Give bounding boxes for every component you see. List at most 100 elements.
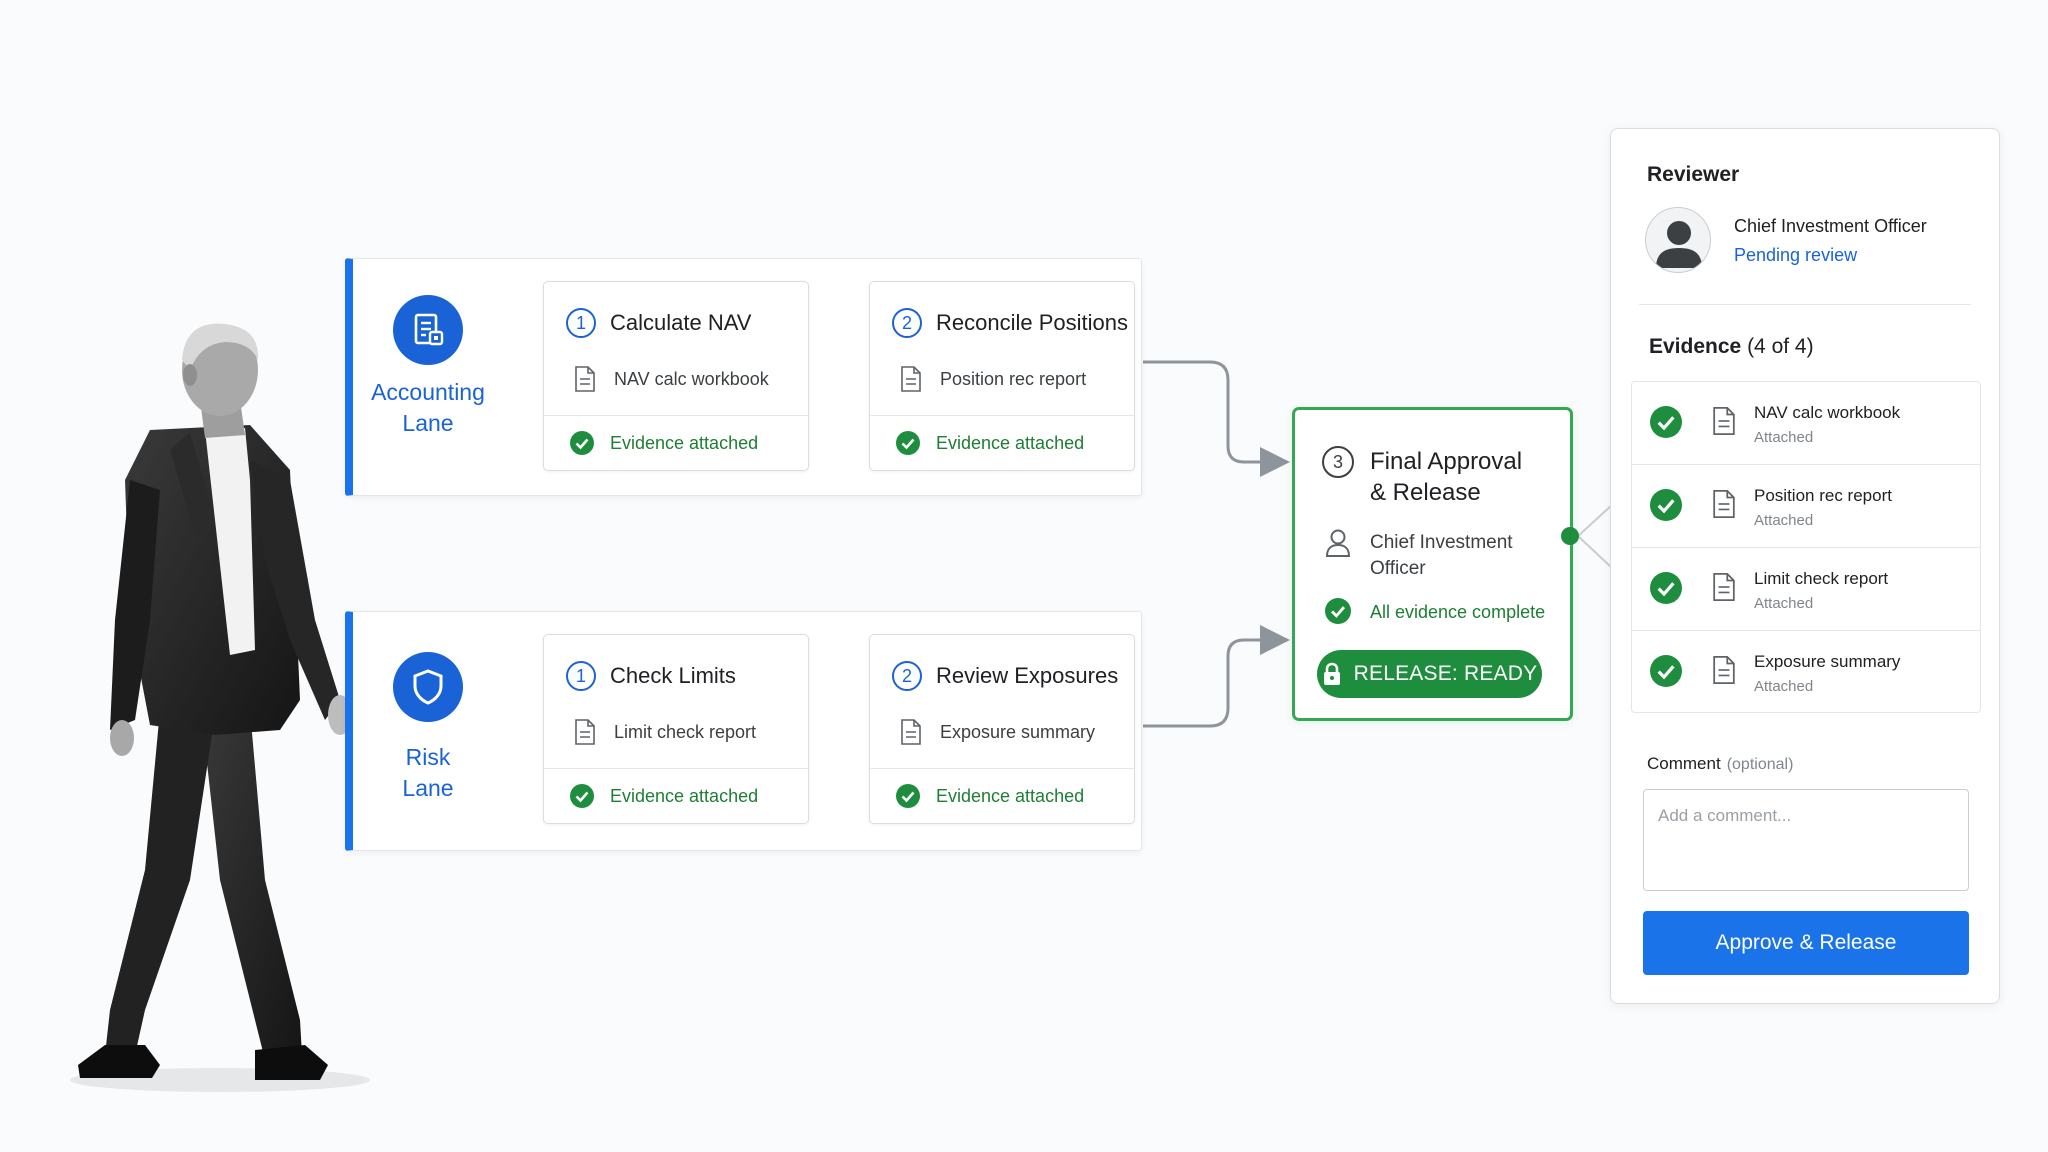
check-circle-icon	[1650, 489, 1682, 521]
step-number: 3	[1322, 446, 1354, 478]
document-name: Position rec report	[940, 368, 1087, 389]
risk-lane: Risk Lane 1 Check Limits Limit check rep…	[345, 611, 1142, 851]
evidence-status: Attached	[1754, 512, 1814, 529]
accounting-lane: Accounting Lane 1 Calculate NAV NAV calc…	[345, 258, 1142, 496]
lane-title-line1: Risk	[405, 744, 451, 770]
evidence-name: Limit check report	[1754, 569, 1889, 588]
comment-label-text: Comment	[1647, 754, 1721, 773]
release-status-text: RELEASE: READY	[1353, 662, 1538, 685]
check-circle-icon	[570, 431, 594, 455]
document-icon	[901, 719, 921, 745]
release-status-badge: RELEASE: READY	[1317, 650, 1542, 698]
step-number: 2	[892, 308, 922, 338]
lane-title: Accounting Lane	[353, 377, 503, 439]
step-document[interactable]: Exposure summary	[900, 719, 1095, 745]
lane-title-line1: Accounting	[371, 379, 485, 405]
comment-input[interactable]	[1643, 789, 1969, 891]
check-circle-icon	[1650, 655, 1682, 687]
step-card-review-exposures[interactable]: 2 Review Exposures Exposure summary Evid…	[869, 634, 1135, 824]
step-document[interactable]: Position rec report	[900, 366, 1086, 392]
check-circle-icon	[570, 784, 594, 808]
document-name: NAV calc workbook	[614, 368, 769, 389]
check-circle-icon	[1650, 406, 1682, 438]
evidence-item[interactable]: NAV calc workbook Attached	[1632, 382, 1980, 465]
step-title: Check Limits	[610, 663, 736, 688]
document-icon	[1713, 490, 1735, 518]
evidence-complete-status: All evidence complete	[1370, 602, 1546, 622]
evidence-name: Position rec report	[1754, 486, 1892, 505]
reviewer-status[interactable]: Pending review	[1734, 245, 1857, 266]
comment-label: Comment (optional)	[1647, 754, 1793, 774]
person-avatar-icon	[1656, 221, 1702, 268]
document-icon	[901, 366, 921, 392]
evidence-status-text: Evidence attached	[610, 785, 759, 806]
step-evidence-status: Evidence attached	[870, 415, 1134, 470]
evidence-label: Evidence	[1649, 335, 1742, 358]
check-circle-icon	[1325, 598, 1351, 624]
step-title: Calculate NAV	[610, 310, 752, 335]
ledger-doc-icon	[393, 295, 463, 365]
evidence-item[interactable]: Exposure summary Attached	[1632, 631, 1980, 714]
step-document[interactable]: Limit check report	[574, 719, 756, 745]
evidence-status-text: Evidence attached	[936, 785, 1085, 806]
check-circle-icon	[896, 784, 920, 808]
evidence-status: Attached	[1754, 429, 1814, 446]
evidence-count: (4 of 4)	[1747, 335, 1814, 358]
step-evidence-status: Evidence attached	[544, 768, 808, 823]
document-name: Limit check report	[614, 721, 757, 742]
step-document[interactable]: NAV calc workbook	[574, 366, 769, 392]
evidence-name: Exposure summary	[1754, 652, 1901, 671]
lock-icon	[1323, 662, 1340, 685]
avatar	[1645, 207, 1711, 273]
divider	[1639, 304, 1971, 305]
approve-release-button[interactable]: Approve & Release	[1643, 911, 1969, 975]
evidence-heading: Evidence (4 of 4)	[1649, 335, 1814, 359]
document-icon	[1713, 573, 1735, 601]
evidence-list: NAV calc workbook Attached Position rec …	[1631, 381, 1981, 713]
check-circle-icon	[1650, 572, 1682, 604]
step-title: Review Exposures	[936, 663, 1119, 688]
walking-executive-illustration	[70, 323, 370, 1092]
final-approver: Chief Investment Officer	[1370, 530, 1513, 582]
connection-dot	[1561, 527, 1579, 545]
shield-icon	[393, 652, 463, 722]
lane-title-line2: Lane	[402, 775, 454, 801]
comment-optional-hint: (optional)	[1726, 756, 1794, 773]
step-number: 1	[566, 661, 596, 691]
final-title-line2: & Release	[1370, 479, 1481, 506]
panel-title: Reviewer	[1647, 163, 1740, 186]
step-card-calculate-nav[interactable]: 1 Calculate NAV NAV calc workbook Eviden…	[543, 281, 809, 471]
final-approval-title: Final Approval & Release	[1370, 446, 1522, 508]
document-icon	[575, 366, 595, 392]
step-evidence-status: Evidence attached	[544, 415, 808, 470]
risk-lane-header: Risk Lane	[353, 652, 503, 804]
evidence-status-text: Evidence attached	[610, 432, 759, 453]
step-card-reconcile-positions[interactable]: 2 Reconcile Positions Position rec repor…	[869, 281, 1135, 471]
document-name: Exposure summary	[940, 721, 1096, 742]
check-circle-icon	[896, 431, 920, 455]
reviewer-role: Chief Investment Officer	[1734, 216, 1927, 236]
lane-title-line2: Lane	[402, 410, 454, 436]
evidence-item[interactable]: Limit check report Attached	[1632, 548, 1980, 631]
approver-line1: Chief Investment	[1370, 532, 1513, 553]
step-evidence-status: Evidence attached	[870, 768, 1134, 823]
reviewer-panel: Reviewer Chief Investment Officer Pendin…	[1610, 128, 2000, 1004]
step-title: Reconcile Positions	[936, 310, 1128, 335]
evidence-status: Attached	[1754, 595, 1814, 612]
accounting-lane-header: Accounting Lane	[353, 295, 503, 439]
final-title-line1: Final Approval	[1370, 448, 1523, 475]
document-icon	[1713, 656, 1735, 684]
lane-title: Risk Lane	[353, 742, 503, 804]
evidence-status-text: Evidence attached	[936, 432, 1085, 453]
evidence-name: NAV calc workbook	[1754, 403, 1901, 422]
evidence-status: Attached	[1754, 678, 1814, 695]
step-number: 2	[892, 661, 922, 691]
evidence-item[interactable]: Position rec report Attached	[1632, 465, 1980, 548]
step-card-check-limits[interactable]: 1 Check Limits Limit check report Eviden…	[543, 634, 809, 824]
document-icon	[1713, 407, 1735, 435]
final-approval-card[interactable]: 3 Final Approval & Release Chief Investm…	[1292, 407, 1573, 721]
approver-line2: Officer	[1370, 558, 1426, 579]
document-icon	[575, 719, 595, 745]
user-icon	[1325, 529, 1351, 557]
step-number: 1	[566, 308, 596, 338]
